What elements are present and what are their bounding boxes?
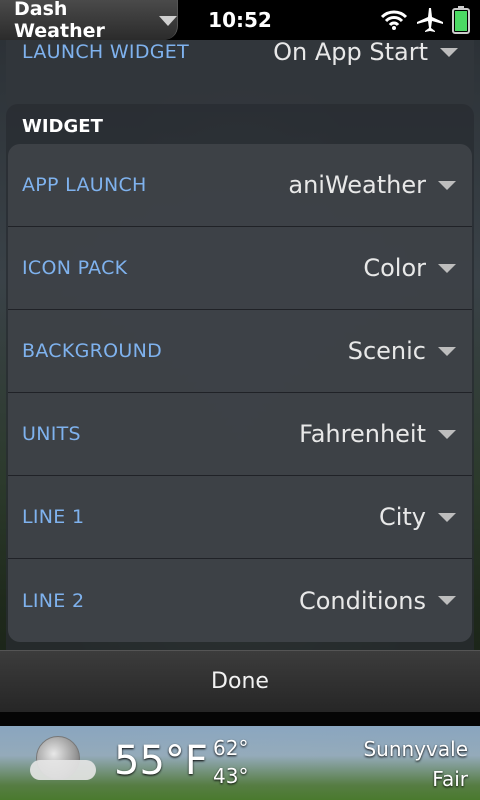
chevron-down-icon (438, 429, 456, 439)
conditions-text: Fair (432, 767, 468, 791)
battery-icon (452, 6, 470, 34)
group-title: WIDGET (22, 116, 103, 137)
command-bar: Done (0, 650, 480, 712)
pref-label: LINE 1 (22, 506, 85, 528)
pref-row-line-1[interactable]: LINE 1 City (8, 476, 472, 559)
pref-row-units[interactable]: UNITS Fahrenheit (8, 393, 472, 476)
pref-label: LINE 2 (22, 589, 85, 612)
pref-row-app-launch[interactable]: APP LAUNCH aniWeather (8, 144, 472, 227)
chevron-down-icon (159, 16, 177, 26)
top-pref-panel: LAUNCH WIDGET On App Start (6, 38, 474, 112)
chevron-down-icon (440, 47, 458, 57)
chevron-down-icon (438, 180, 456, 190)
divider (0, 712, 480, 726)
location-info: Sunnyvale Fair (363, 734, 468, 794)
status-icons (380, 6, 470, 34)
pref-row-icon-pack[interactable]: ICON PACK Color (8, 227, 472, 310)
widget-pref-list: APP LAUNCH aniWeather ICON PACK Color BA… (8, 144, 472, 642)
pref-value: City (378, 503, 426, 531)
widget-group: WIDGET APP LAUNCH aniWeather ICON PACK C… (6, 104, 474, 650)
cloud-icon (30, 760, 96, 780)
launch-widget-label: LAUNCH WIDGET (22, 41, 189, 63)
pref-value: aniWeather (288, 171, 426, 199)
pref-value: Fahrenheit (299, 420, 426, 448)
weather-dashboard[interactable]: 55°F 62° 43° Sunnyvale Fair (0, 726, 480, 800)
airplane-icon (416, 7, 444, 33)
pref-value: Scenic (347, 337, 426, 365)
current-temperature: 55°F (114, 738, 208, 784)
chevron-down-icon (438, 346, 456, 356)
pref-value: Color (363, 254, 426, 282)
pref-label: ICON PACK (22, 257, 128, 279)
pref-row-line-2[interactable]: LINE 2 Conditions (8, 559, 472, 642)
pref-label: UNITS (22, 423, 81, 445)
chevron-down-icon (438, 512, 456, 522)
app-menu-button[interactable]: Dash Weather (0, 0, 178, 42)
status-bar: 10:52 Dash Weather (0, 0, 480, 42)
launch-widget-value: On App Start (273, 38, 428, 66)
pref-row-background[interactable]: BACKGROUND Scenic (8, 310, 472, 393)
chevron-down-icon (438, 596, 456, 605)
pref-label: BACKGROUND (22, 340, 163, 362)
wifi-icon (380, 9, 408, 31)
city-name: Sunnyvale (363, 737, 468, 761)
high-temperature: 62° (213, 736, 249, 760)
low-temperature: 43° (213, 764, 249, 788)
done-button[interactable]: Done (171, 661, 309, 702)
high-low: 62° 43° (213, 734, 248, 790)
app-title: Dash Weather (14, 0, 105, 42)
chevron-down-icon (438, 263, 456, 273)
pref-value: Conditions (298, 586, 426, 615)
pref-label: APP LAUNCH (22, 174, 147, 196)
